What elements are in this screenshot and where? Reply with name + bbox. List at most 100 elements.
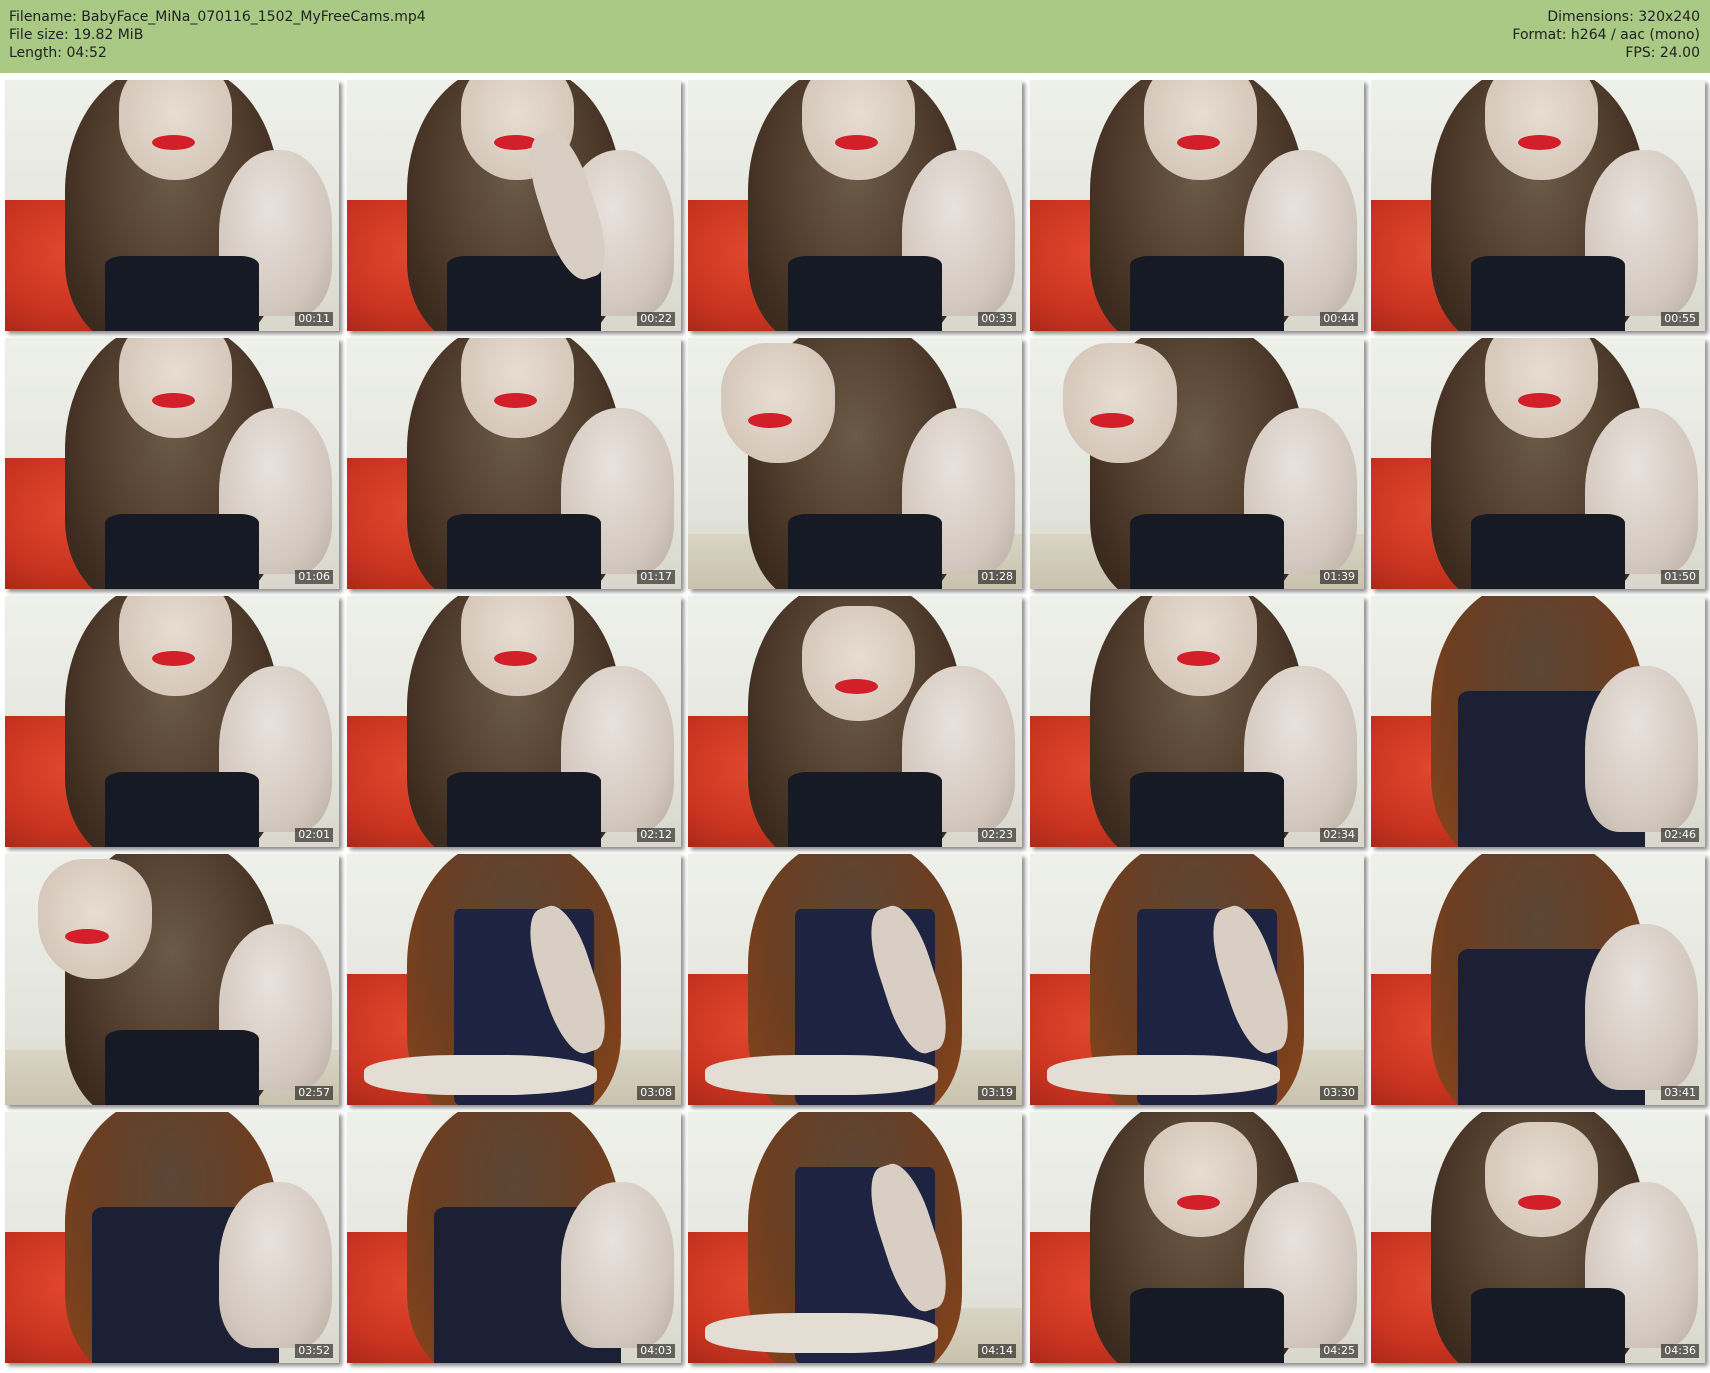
video-thumbnail[interactable]: 04:25 <box>1030 1112 1364 1363</box>
video-thumbnail[interactable]: 00:55 <box>1371 80 1705 331</box>
thumbnail-timestamp: 04:03 <box>637 1344 675 1358</box>
thumbnail-timestamp: 03:52 <box>295 1344 333 1358</box>
thumbnail-frame-image <box>688 1112 1022 1363</box>
thumbnail-frame-image <box>1030 1112 1364 1363</box>
thumbnail-frame-image <box>1030 80 1364 331</box>
video-thumbnail[interactable]: 02:57 <box>5 854 339 1105</box>
thumbnail-timestamp: 04:36 <box>1661 1344 1699 1358</box>
frame-lips <box>1517 1194 1562 1210</box>
thumbnail-timestamp: 01:17 <box>637 570 675 584</box>
video-thumbnail[interactable]: 00:11 <box>5 80 339 331</box>
thumbnail-frame-image <box>5 1112 339 1363</box>
video-thumbnail[interactable]: 03:30 <box>1030 854 1364 1105</box>
video-thumbnail[interactable]: 00:33 <box>688 80 1022 331</box>
frame-top <box>447 513 601 589</box>
thumbnail-frame-image <box>5 80 339 331</box>
video-thumbnail[interactable]: 04:03 <box>347 1112 681 1363</box>
video-thumbnail[interactable]: 00:22 <box>347 80 681 331</box>
thumbnail-timestamp: 00:55 <box>1661 312 1699 326</box>
thumbnail-frame-image <box>1371 1112 1705 1363</box>
format-text: Format: h264 / aac (mono) <box>1512 27 1700 43</box>
frame-face <box>721 343 835 464</box>
frame-top <box>1130 513 1284 589</box>
frame-leg <box>704 1054 939 1095</box>
video-thumbnail[interactable]: 01:28 <box>688 338 1022 589</box>
video-thumbnail[interactable]: 03:41 <box>1371 854 1705 1105</box>
video-thumbnail[interactable]: 02:34 <box>1030 596 1364 847</box>
thumbnail-timestamp: 01:50 <box>1661 570 1699 584</box>
frame-top <box>447 771 601 847</box>
frame-face <box>38 859 152 980</box>
thumbnail-frame-image <box>5 596 339 847</box>
thumbnail-timestamp: 01:39 <box>1320 570 1358 584</box>
video-thumbnail[interactable]: 03:19 <box>688 854 1022 1105</box>
thumbnail-frame-image <box>347 596 681 847</box>
frame-top <box>105 513 259 589</box>
thumbnail-timestamp: 03:19 <box>978 1086 1016 1100</box>
video-thumbnail[interactable]: 02:01 <box>5 596 339 847</box>
thumbnail-timestamp: 04:25 <box>1320 1344 1358 1358</box>
video-thumbnail[interactable]: 01:50 <box>1371 338 1705 589</box>
thumbnail-frame-image <box>1030 854 1364 1105</box>
video-thumbnail[interactable]: 02:12 <box>347 596 681 847</box>
thumbnail-timestamp: 00:33 <box>978 312 1016 326</box>
frame-top <box>1471 1287 1625 1363</box>
thumbnail-frame-image <box>688 596 1022 847</box>
thumbnail-frame-image <box>5 338 339 589</box>
thumbnail-frame-image <box>1030 596 1364 847</box>
frame-top <box>788 255 942 331</box>
thumbnail-timestamp: 01:28 <box>978 570 1016 584</box>
frame-leg <box>704 1312 939 1353</box>
frame-top <box>1130 771 1284 847</box>
thumbnail-timestamp: 03:41 <box>1661 1086 1699 1100</box>
thumbnail-timestamp: 02:57 <box>295 1086 333 1100</box>
thumbnail-timestamp: 02:12 <box>637 828 675 842</box>
fps-text: FPS: 24.00 <box>1625 45 1700 61</box>
video-thumbnail[interactable]: 04:36 <box>1371 1112 1705 1363</box>
frame-top <box>105 255 259 331</box>
thumbnail-frame-image <box>347 338 681 589</box>
video-thumbnail[interactable]: 01:39 <box>1030 338 1364 589</box>
frame-shoulder <box>1584 924 1699 1090</box>
thumbnail-frame-image <box>1030 338 1364 589</box>
video-thumbnail[interactable]: 03:52 <box>5 1112 339 1363</box>
video-thumbnail[interactable]: 04:14 <box>688 1112 1022 1363</box>
thumbnail-timestamp: 02:23 <box>978 828 1016 842</box>
frame-top <box>788 513 942 589</box>
thumbnail-timestamp: 00:44 <box>1320 312 1358 326</box>
thumbnail-frame-image <box>688 338 1022 589</box>
frame-face <box>1063 343 1177 464</box>
thumbnail-frame-image <box>1371 596 1705 847</box>
video-thumbnail[interactable]: 02:23 <box>688 596 1022 847</box>
thumbnail-timestamp: 04:14 <box>978 1344 1016 1358</box>
frame-top <box>105 1029 259 1105</box>
frame-leg <box>1046 1054 1281 1095</box>
frame-shoulder <box>560 1182 675 1348</box>
thumbnail-frame-image <box>5 854 339 1105</box>
file-info-left: Filename: BabyFace_MiNa_070116_1502_MyFr… <box>9 8 426 62</box>
thumbnail-frame-image <box>688 854 1022 1105</box>
filename-text: Filename: BabyFace_MiNa_070116_1502_MyFr… <box>9 9 426 25</box>
dimensions-text: Dimensions: 320x240 <box>1547 9 1700 25</box>
video-thumbnail[interactable]: 01:06 <box>5 338 339 589</box>
thumbnail-grid: 00:11 00:22 00:33 00:44 00:55 01:06 01:17 01:28… <box>0 80 1710 1373</box>
thumbnail-timestamp: 02:46 <box>1661 828 1699 842</box>
frame-lips <box>1176 1194 1221 1210</box>
thumbnail-frame-image <box>347 1112 681 1363</box>
thumbnail-frame-image <box>1371 338 1705 589</box>
thumbnail-timestamp: 02:01 <box>295 828 333 842</box>
video-thumbnail[interactable]: 02:46 <box>1371 596 1705 847</box>
length-text: Length: 04:52 <box>9 45 107 61</box>
thumbnail-timestamp: 02:34 <box>1320 828 1358 842</box>
file-info-right: Dimensions: 320x240 Format: h264 / aac (… <box>1512 8 1700 62</box>
frame-face <box>1484 1122 1599 1238</box>
video-thumbnail[interactable]: 01:17 <box>347 338 681 589</box>
thumbnail-timestamp: 03:30 <box>1320 1086 1358 1100</box>
frame-face <box>801 606 916 722</box>
video-thumbnail[interactable]: 03:08 <box>347 854 681 1105</box>
frame-top <box>1130 255 1284 331</box>
frame-leg <box>363 1054 598 1095</box>
frame-shoulder <box>218 1182 333 1348</box>
frame-top <box>788 771 942 847</box>
video-thumbnail[interactable]: 00:44 <box>1030 80 1364 331</box>
